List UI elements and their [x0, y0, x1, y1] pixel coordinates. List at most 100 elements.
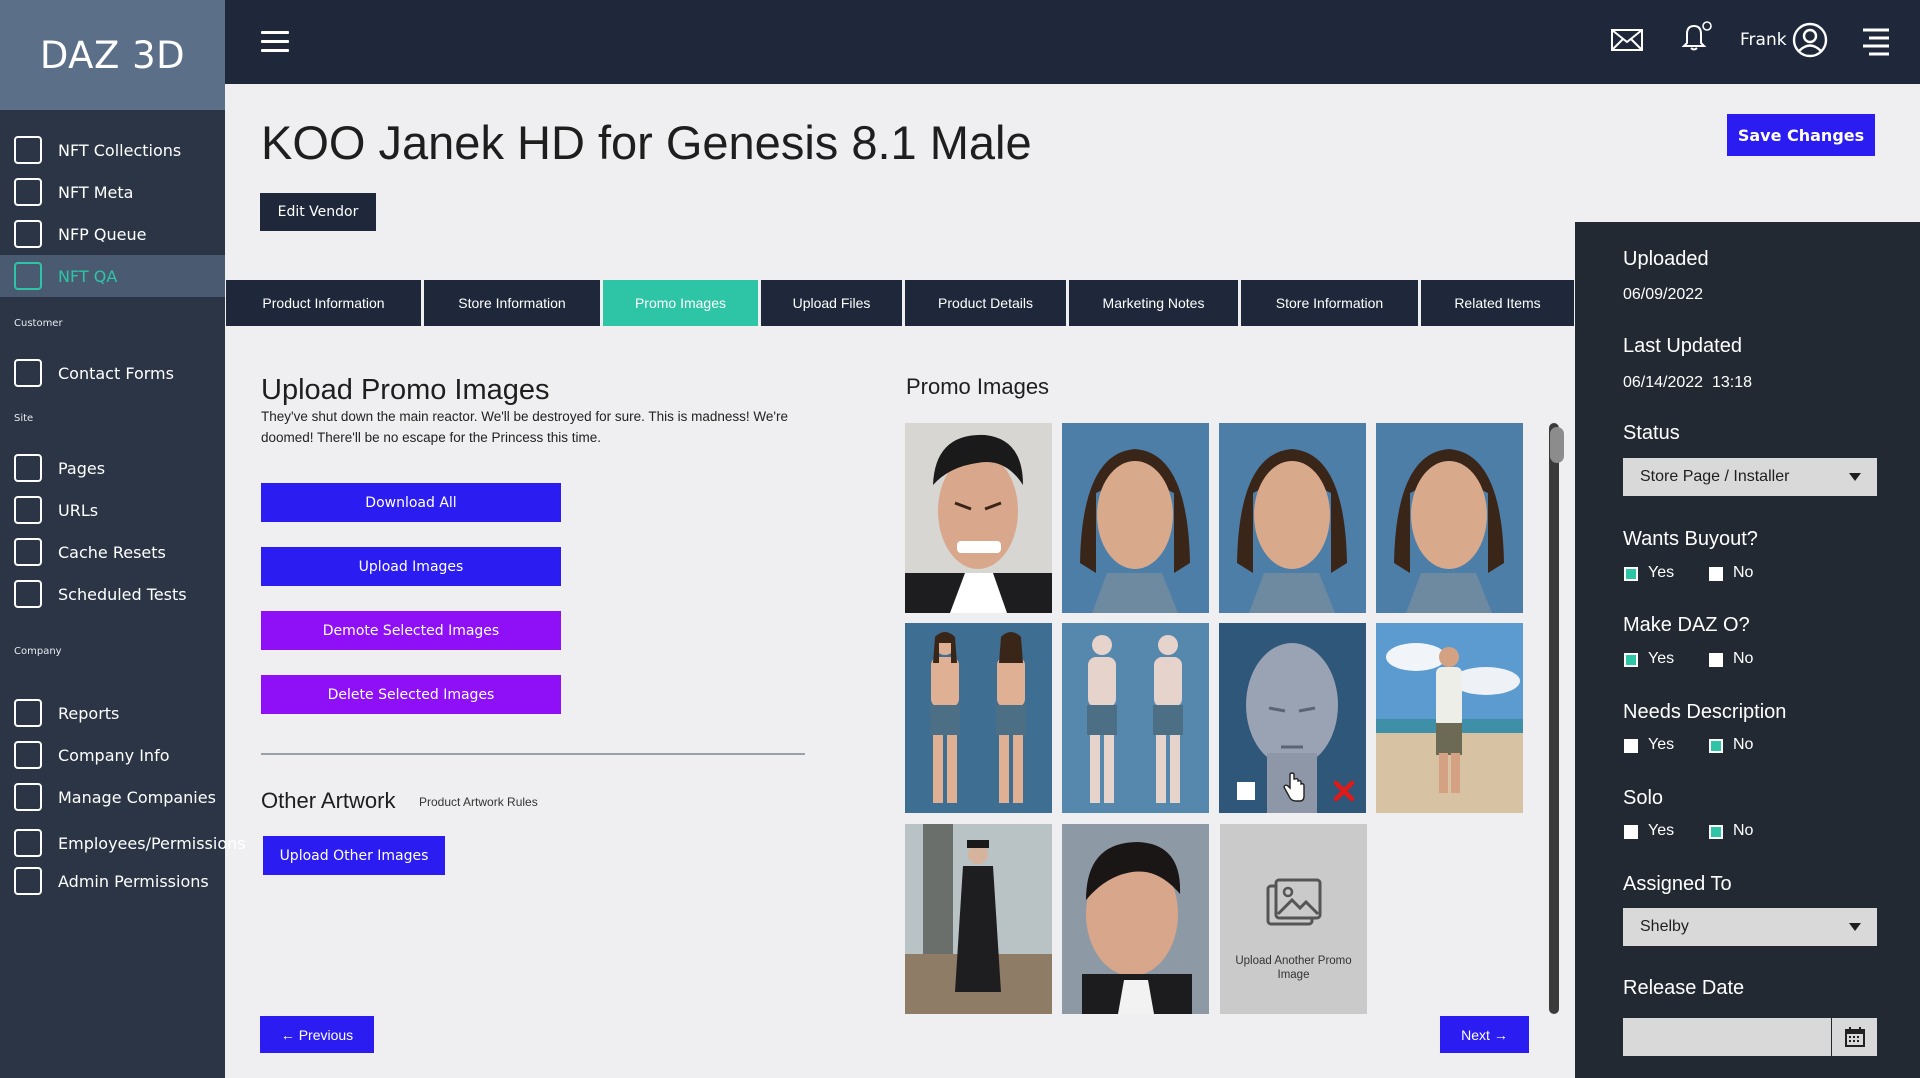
upload-another-label: Upload Another Promo Image — [1235, 955, 1352, 981]
sidebar-item-urls[interactable]: URLs — [0, 489, 225, 531]
promo-image-thumbnail[interactable] — [1219, 423, 1366, 613]
other-artwork-title: Other Artwork — [261, 788, 396, 813]
sidebar-item-pages[interactable]: Pages — [0, 447, 225, 489]
mail-icon[interactable] — [1610, 26, 1644, 59]
chevron-down-icon — [1849, 473, 1861, 481]
menu-icon[interactable] — [261, 31, 289, 53]
download-all-button[interactable]: Download All — [261, 483, 561, 522]
tab-related-items[interactable]: Related Items — [1421, 280, 1574, 326]
promo-image-thumbnail[interactable] — [905, 423, 1052, 613]
needs-description-no-label: No — [1733, 736, 1754, 753]
promo-image-thumbnail[interactable] — [1376, 623, 1523, 813]
wants-buyout-yes-checkbox[interactable] — [1624, 567, 1638, 581]
uploaded-value: 06/09/2022 — [1623, 286, 1704, 303]
tab-store-information-2[interactable]: Store Information — [1241, 280, 1418, 326]
sidebar-item-contact-forms[interactable]: Contact Forms — [0, 352, 225, 394]
solo-no-checkbox[interactable] — [1709, 825, 1723, 839]
status-select[interactable]: Store Page / Installer — [1623, 458, 1877, 496]
solo-yes-label: Yes — [1648, 822, 1675, 839]
delete-image-icon[interactable] — [1333, 780, 1355, 807]
sidebar-item-label: Contact Forms — [58, 363, 174, 383]
solo-yes-checkbox[interactable] — [1624, 825, 1638, 839]
sidebar-item-label: Company Info — [58, 745, 170, 765]
upload-another-promo-tile[interactable]: Upload Another Promo Image — [1220, 824, 1367, 1014]
sidebar-item-admin-permissions[interactable]: Admin Permissions — [0, 860, 225, 902]
make-daz-o-yes-checkbox[interactable] — [1624, 653, 1638, 667]
sidebar-item-manage-companies[interactable]: Manage Companies — [0, 776, 225, 818]
wants-buyout-no-checkbox[interactable] — [1709, 567, 1723, 581]
demote-selected-button[interactable]: Demote Selected Images — [261, 611, 561, 650]
sidebar-item-label: Manage Companies — [58, 787, 216, 807]
select-image-checkbox[interactable] — [1237, 782, 1255, 800]
checkbox-icon — [14, 699, 42, 727]
checkbox-icon — [14, 220, 42, 248]
edit-vendor-button[interactable]: Edit Vendor — [260, 193, 376, 231]
next-button[interactable]: Next → — [1440, 1016, 1529, 1053]
release-date-input[interactable] — [1623, 1018, 1831, 1056]
sidebar-item-nft-qa[interactable]: NFT QA — [0, 255, 225, 297]
save-changes-button[interactable]: Save Changes — [1727, 114, 1875, 156]
image-icon — [1266, 878, 1322, 933]
checkbox-icon — [14, 580, 42, 608]
release-date-label: Release Date — [1623, 977, 1745, 999]
checkbox-icon — [14, 262, 42, 290]
sidebar-item-nfp-queue[interactable]: NFP Queue — [0, 213, 225, 255]
hand-cursor-icon[interactable] — [1282, 772, 1306, 807]
sidebar-item-company-info[interactable]: Company Info — [0, 734, 225, 776]
upload-other-images-button[interactable]: Upload Other Images — [263, 836, 445, 875]
upload-images-button[interactable]: Upload Images — [261, 547, 561, 586]
tab-promo-images[interactable]: Promo Images — [603, 280, 758, 326]
needs-description-no-checkbox[interactable] — [1709, 739, 1723, 753]
scrollbar-thumb[interactable] — [1550, 427, 1564, 463]
artwork-rules-link[interactable]: Product Artwork Rules — [419, 795, 538, 809]
user-name[interactable]: Frank — [1740, 30, 1787, 50]
sidebar-item-label: NFT QA — [58, 266, 118, 286]
bell-icon[interactable] — [1680, 20, 1714, 57]
promo-image-thumbnail[interactable] — [1062, 623, 1209, 813]
section-label-company: Company — [14, 646, 62, 657]
sidebar-item-label: Pages — [58, 458, 106, 478]
sidebar-item-label: Employees/Permissions — [58, 833, 246, 853]
tab-upload-files[interactable]: Upload Files — [761, 280, 902, 326]
tab-product-information[interactable]: Product Information — [226, 280, 421, 326]
page-title: KOO Janek HD for Genesis 8.1 Male — [261, 116, 1032, 169]
checkbox-icon — [14, 496, 42, 524]
promo-image-thumbnail[interactable] — [1376, 423, 1523, 613]
user-icon[interactable] — [1792, 22, 1828, 63]
checkbox-icon — [14, 783, 42, 811]
wants-buyout-yes-label: Yes — [1648, 564, 1675, 581]
needs-description-yes-checkbox[interactable] — [1624, 739, 1638, 753]
sidebar-item-label: NFT Meta — [58, 182, 134, 202]
promo-image-thumbnail[interactable] — [1062, 423, 1209, 613]
tab-store-information[interactable]: Store Information — [424, 280, 600, 326]
sidebar-item-label: Admin Permissions — [58, 871, 209, 891]
sidebar-item-scheduled-tests[interactable]: Scheduled Tests — [0, 573, 225, 615]
assigned-to-label: Assigned To — [1623, 873, 1732, 895]
tab-marketing-notes[interactable]: Marketing Notes — [1069, 280, 1238, 326]
previous-button[interactable]: ← Previous — [260, 1016, 374, 1053]
sidebar-item-reports[interactable]: Reports — [0, 692, 225, 734]
assigned-to-select[interactable]: Shelby — [1623, 908, 1877, 946]
promo-image-thumbnail[interactable] — [1062, 824, 1209, 1014]
sidebar-item-cache-resets[interactable]: Cache Resets — [0, 531, 225, 573]
top-bar: Frank — [225, 0, 1920, 84]
brand-logo[interactable]: DAZ 3D — [0, 0, 225, 110]
scrollbar-track[interactable] — [1549, 423, 1559, 1014]
make-daz-o-label: Make DAZ O? — [1623, 614, 1750, 636]
sidebar-item-nft-collections[interactable]: NFT Collections — [0, 129, 225, 171]
sidebar-item-label: NFP Queue — [58, 224, 147, 244]
make-daz-o-no-checkbox[interactable] — [1709, 653, 1723, 667]
tab-product-details[interactable]: Product Details — [905, 280, 1066, 326]
list-menu-icon[interactable] — [1861, 26, 1891, 61]
promo-image-thumbnail[interactable] — [905, 824, 1052, 1014]
sidebar-item-nft-meta[interactable]: NFT Meta — [0, 171, 225, 213]
delete-selected-button[interactable]: Delete Selected Images — [261, 675, 561, 714]
sidebar-item-employees-permissions[interactable]: Employees/Permissions — [0, 822, 246, 864]
make-daz-o-yes-label: Yes — [1648, 650, 1675, 667]
promo-image-thumbnail[interactable] — [905, 623, 1052, 813]
checkbox-icon — [14, 359, 42, 387]
needs-description-yes-label: Yes — [1648, 736, 1675, 753]
details-panel: Uploaded 06/09/2022 Last Updated 06/14/2… — [1575, 222, 1920, 1078]
calendar-icon[interactable] — [1832, 1018, 1877, 1056]
tab-bar: Product Information Store Information Pr… — [226, 280, 1574, 326]
